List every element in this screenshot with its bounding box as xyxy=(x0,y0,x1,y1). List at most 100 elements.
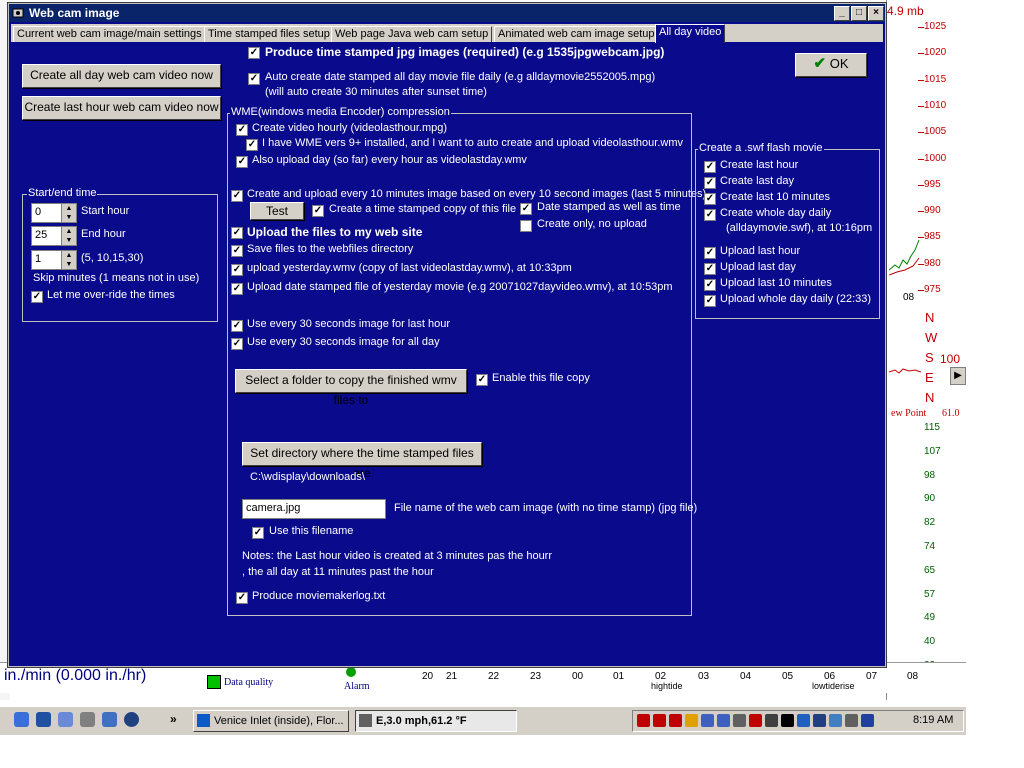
upload-date-stamped-checkbox[interactable]: ✓ xyxy=(231,283,243,295)
upload-yesterday-checkbox[interactable]: ✓ xyxy=(231,264,243,276)
wme-compression-group: WME(windows media Encoder) compression ✓… xyxy=(227,106,706,616)
taskbar-webcam-window[interactable]: E,3.0 mph,61.2 °F xyxy=(355,710,517,732)
swf-upload-last-10-checkbox[interactable]: ✓ xyxy=(704,279,716,291)
tray-app-icon[interactable] xyxy=(733,714,746,727)
swf-create-last-hour-label: Create last hour xyxy=(720,159,799,171)
have-wme-checkbox[interactable]: ✓ xyxy=(246,139,258,151)
spinner-arrows-icon[interactable]: ▲ ▼ xyxy=(61,204,76,222)
ftp-icon[interactable] xyxy=(36,712,51,727)
date-stamped-checkbox[interactable]: ✓ xyxy=(520,203,532,215)
tab-animated-web-cam[interactable]: Animated web cam image setup xyxy=(494,26,659,42)
time-tick-label: 01 xyxy=(613,671,625,682)
upload-files-checkbox[interactable]: ✓ xyxy=(231,227,243,239)
end-hour-label: End hour xyxy=(81,228,126,240)
auto-create-checkbox[interactable]: ✓ xyxy=(248,73,260,85)
end-hour-spinner[interactable]: 25 ▲ ▼ xyxy=(31,226,77,246)
notes-line-1: Notes: the Last hour video is created at… xyxy=(242,550,553,562)
skip-minutes-spinner[interactable]: 1 ▲ ▼ xyxy=(31,250,77,270)
swf-upload-last-hour-checkbox[interactable]: ✓ xyxy=(704,247,716,259)
tray-app-icon[interactable] xyxy=(637,714,650,727)
time-tick-label: 00 xyxy=(572,671,584,682)
rain-rate: in./min (0.000 in./hr) xyxy=(4,667,147,684)
produce-log-checkbox[interactable]: ✓ xyxy=(236,592,248,604)
tray-app-icon[interactable] xyxy=(765,714,778,727)
spinner-arrows-icon[interactable]: ▲ ▼ xyxy=(61,251,76,269)
close-button[interactable]: × xyxy=(868,6,884,21)
maximize-button[interactable]: □ xyxy=(851,6,867,21)
date-stamped-label: Date stamped as well as time xyxy=(537,201,681,213)
enable-copy-label: Enable this file copy xyxy=(492,372,590,384)
set-directory-button[interactable]: Set directory where the time stamped fil… xyxy=(242,442,482,480)
pressure-trace xyxy=(889,239,920,276)
create-only-checkbox[interactable] xyxy=(520,220,532,232)
upload-day-checkbox[interactable]: ✓ xyxy=(236,156,248,168)
system-tray: 8:19 AM xyxy=(632,710,964,732)
window-title: Web cam image xyxy=(29,6,120,20)
ok-button[interactable]: ✔ OK xyxy=(795,53,867,77)
webcam-quicklaunch-icon[interactable] xyxy=(80,712,95,727)
taskbar: » Venice Inlet (inside), Flor... E,3.0 m… xyxy=(0,706,966,735)
outlook-icon[interactable] xyxy=(102,712,117,727)
select-folder-button[interactable]: Select a folder to copy the finished wmv… xyxy=(235,369,467,407)
spinner-arrows-icon[interactable]: ▲ ▼ xyxy=(61,227,76,245)
create-all-day-video-button[interactable]: Create all day web cam video now xyxy=(22,64,221,88)
tray-app-icon[interactable] xyxy=(861,714,874,727)
swf-upload-last-day-checkbox[interactable]: ✓ xyxy=(704,263,716,275)
time-stamped-copy-checkbox[interactable]: ✓ xyxy=(312,205,324,217)
tray-app-icon[interactable] xyxy=(829,714,842,727)
override-times-checkbox[interactable]: ✓ xyxy=(31,291,43,303)
tray-app-icon[interactable] xyxy=(669,714,682,727)
tab-web-page-java[interactable]: Web page Java web cam setup xyxy=(331,26,493,42)
create-last-hour-video-button[interactable]: Create last hour web cam video now xyxy=(22,96,221,120)
create-hourly-checkbox[interactable]: ✓ xyxy=(236,124,248,136)
save-webfiles-checkbox[interactable]: ✓ xyxy=(231,245,243,257)
tray-app-icon[interactable] xyxy=(701,714,714,727)
every-10min-label: Create and upload every 10 minutes image… xyxy=(247,188,707,200)
swf-create-last-day-checkbox[interactable]: ✓ xyxy=(704,177,716,189)
enable-copy-checkbox[interactable]: ✓ xyxy=(476,374,488,386)
data-quality-indicator xyxy=(207,675,221,689)
taskbar-venice-inlet[interactable]: Venice Inlet (inside), Flor... xyxy=(193,710,349,732)
swf-create-last-10-checkbox[interactable]: ✓ xyxy=(704,193,716,205)
test-button[interactable]: Test xyxy=(250,202,304,220)
tray-app-icon[interactable] xyxy=(653,714,666,727)
swf-upload-whole-day-checkbox[interactable]: ✓ xyxy=(704,295,716,307)
produce-jpg-checkbox[interactable]: ✓ xyxy=(248,47,260,59)
every30-day-label: Use every 30 seconds image for all day xyxy=(247,336,440,348)
every-10min-checkbox[interactable]: ✓ xyxy=(231,190,243,202)
quicklaunch-chevron[interactable]: » xyxy=(170,712,177,726)
tab-all-day-video[interactable]: All day video xyxy=(655,24,726,43)
start-hour-spinner[interactable]: 0 ▲ ▼ xyxy=(31,203,77,223)
tray-app-icon[interactable] xyxy=(845,714,858,727)
use-filename-checkbox[interactable]: ✓ xyxy=(252,527,264,539)
every30-day-checkbox[interactable]: ✓ xyxy=(231,338,243,350)
tray-app-icon[interactable] xyxy=(813,714,826,727)
filename-input[interactable]: camera.jpg xyxy=(242,499,386,519)
desktop-icon[interactable] xyxy=(58,712,73,727)
swf-create-whole-day-checkbox[interactable]: ✓ xyxy=(704,209,716,221)
tray-app-icon[interactable] xyxy=(781,714,794,727)
swf-create-last-10-label: Create last 10 minutes xyxy=(720,191,831,203)
every30-hour-checkbox[interactable]: ✓ xyxy=(231,320,243,332)
swf-upload-whole-day-label: Upload whole day daily (22:33) xyxy=(720,293,872,305)
minimize-button[interactable]: _ xyxy=(834,6,850,21)
clock[interactable]: 8:19 AM xyxy=(913,714,953,726)
tab-current-web-cam[interactable]: Current web cam image/main settings xyxy=(13,26,206,42)
wind-direction-trace xyxy=(889,368,922,374)
time-tick-label: 07 xyxy=(866,671,878,682)
tab-time-stamped-files[interactable]: Time stamped files setup xyxy=(204,26,334,42)
tray-app-icon[interactable] xyxy=(685,714,698,727)
time-tick-label: 23 xyxy=(530,671,542,682)
title-bar[interactable]: Web cam image _ □ × xyxy=(9,4,885,22)
tray-app-icon[interactable] xyxy=(749,714,762,727)
swf-create-last-hour-checkbox[interactable]: ✓ xyxy=(704,161,716,173)
background-weather-charts: 4.9 mb xyxy=(886,0,967,700)
ie-icon[interactable] xyxy=(14,712,29,727)
start-end-time-group: Start/end time 0 ▲ ▼ Start hour 25 ▲ ▼ End h… xyxy=(22,187,218,322)
swf-create-whole-day-label: Create whole day daily xyxy=(720,207,832,219)
tray-app-icon[interactable] xyxy=(797,714,810,727)
tray-app-icon[interactable] xyxy=(717,714,730,727)
hightide-label: hightide xyxy=(651,681,683,691)
data-quality-label: Data quality xyxy=(224,677,274,688)
media-player-icon[interactable] xyxy=(124,712,139,727)
